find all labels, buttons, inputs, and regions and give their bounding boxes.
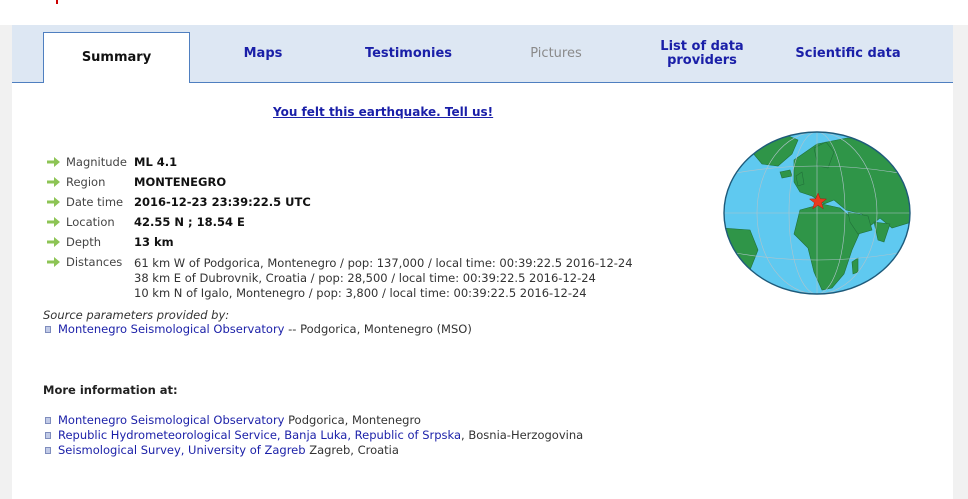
tab-data-providers[interactable]: List of data providers	[637, 25, 767, 82]
more-info-heading: More information at:	[43, 383, 178, 397]
more-info-suffix: Podgorica, Montenegro	[284, 413, 421, 427]
bullet-icon	[45, 326, 51, 333]
more-info-row: Seismological Survey, University of Zagr…	[45, 443, 399, 457]
arrow-right-icon	[47, 237, 60, 247]
distance-line: 10 km N of Igalo, Montenegro / pop: 3,80…	[134, 286, 587, 300]
detail-value: 13 km	[134, 235, 174, 249]
distance-line: 61 km W of Podgorica, Montenegro / pop: …	[134, 256, 633, 270]
source-note: Source parameters provided by:	[43, 308, 230, 322]
tab-testimonies[interactable]: Testimonies	[342, 25, 475, 82]
tab-summary[interactable]: Summary	[43, 32, 190, 83]
tab-pictures-label: Pictures	[530, 45, 582, 61]
tab-scientific-data-label: Scientific data	[795, 45, 901, 61]
detail-label: Date time	[66, 195, 124, 209]
arrow-right-icon	[47, 257, 60, 267]
detail-label: Magnitude	[66, 155, 127, 169]
more-info-link[interactable]: Montenegro Seismological Observatory	[58, 413, 285, 427]
arrow-right-icon	[47, 197, 60, 207]
more-info-row: Republic Hydrometeorological Service, Ba…	[45, 428, 583, 442]
more-info-suffix: , Bosnia-Herzogovina	[461, 428, 584, 442]
tab-data-providers-label: List of data providers	[660, 38, 744, 68]
tab-maps[interactable]: Maps	[198, 25, 328, 82]
detail-label: Depth	[66, 235, 102, 249]
detail-value: ML 4.1	[134, 155, 178, 169]
source-link[interactable]: Montenegro Seismological Observatory	[58, 322, 285, 336]
tab-data-providers-line1: List of data	[660, 38, 744, 54]
more-info-link[interactable]: Seismological Survey, University of Zagr…	[58, 443, 306, 457]
more-info-link[interactable]: Republic Hydrometeorological Service, Ba…	[58, 428, 461, 442]
tab-data-providers-line2: providers	[667, 52, 737, 68]
tab-bar: Summary Maps Testimonies Pictures List o…	[12, 25, 953, 83]
tab-maps-label: Maps	[243, 45, 283, 61]
bullet-icon	[45, 447, 51, 454]
detail-value: 2016-12-23 23:39:22.5 UTC	[134, 195, 311, 209]
detail-label: Location	[66, 215, 115, 229]
tab-pictures: Pictures	[486, 25, 626, 82]
source-suffix: -- Podgorica, Montenegro (MSO)	[284, 322, 472, 336]
arrow-right-icon	[47, 217, 60, 227]
arrow-right-icon	[47, 157, 60, 167]
tab-summary-label: Summary	[81, 50, 152, 65]
distance-line: 38 km E of Dubrovnik, Croatia / pop: 28,…	[134, 271, 596, 285]
more-info-suffix: Zagreb, Croatia	[305, 443, 399, 457]
more-info-row: Montenegro Seismological Observatory Pod…	[45, 413, 421, 427]
arrow-right-icon	[47, 177, 60, 187]
tab-scientific-data[interactable]: Scientific data	[780, 25, 916, 82]
top-strip	[0, 0, 968, 25]
felt-earthquake-link[interactable]: You felt this earthquake. Tell us!	[273, 105, 493, 119]
bullet-icon	[45, 432, 51, 439]
detail-label: Region	[66, 175, 106, 189]
source-row: Montenegro Seismological Observatory -- …	[45, 322, 472, 336]
detail-value: 42.55 N ; 18.54 E	[134, 215, 245, 229]
top-mark	[56, 0, 58, 4]
detail-label: Distances	[66, 255, 123, 269]
tab-testimonies-label: Testimonies	[364, 45, 453, 61]
bullet-icon	[45, 417, 51, 424]
globe-map	[723, 131, 911, 295]
detail-value: MONTENEGRO	[134, 175, 227, 189]
